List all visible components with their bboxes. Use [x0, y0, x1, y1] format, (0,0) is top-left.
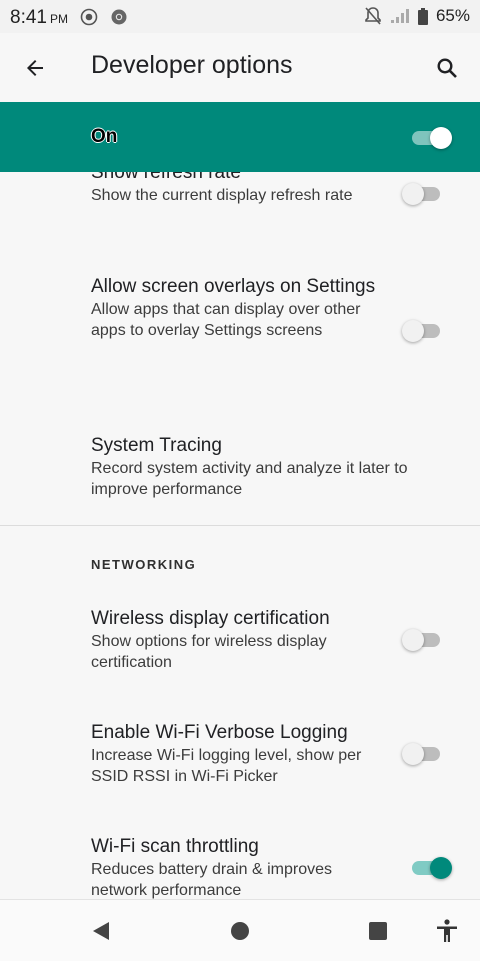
switch-show-refresh-rate[interactable] [402, 183, 440, 205]
pref-title: Show refresh rate [91, 172, 241, 183]
signal-icon [390, 9, 409, 23]
status-time: 8:41 PM [10, 7, 68, 29]
pref-wifi-verbose-logging[interactable]: Enable Wi-Fi Verbose Logging Increase Wi… [91, 721, 391, 787]
search-button[interactable] [428, 49, 466, 87]
arrow-back-icon [27, 60, 43, 76]
pref-summary: Reduces battery drain & improves network… [91, 861, 332, 899]
battery-percent: 65% [435, 6, 470, 25]
master-switch[interactable] [412, 127, 452, 149]
pref-summary: Show options for wireless display certif… [91, 633, 327, 671]
status-bar: 8:41 PM 65% [0, 0, 480, 33]
battery-icon [417, 7, 428, 25]
navigation-bar [0, 899, 480, 961]
nav-back-button[interactable] [86, 916, 116, 946]
app-bar: Developer options [0, 33, 480, 102]
pref-title: Enable Wi-Fi Verbose Logging [91, 722, 348, 743]
settings-list[interactable]: Show refresh rate Show the current displ… [0, 172, 480, 899]
switch-thumb [402, 629, 424, 651]
system-icons: 65% [364, 6, 470, 26]
pref-show-refresh-rate[interactable]: Show refresh rate Show the current displ… [91, 172, 391, 206]
clock-time: 8:41 [10, 7, 47, 28]
screen-record-icon [80, 8, 98, 26]
switch-wifi-verbose-logging[interactable] [402, 743, 440, 765]
switch-wireless-display-certification[interactable] [402, 629, 440, 651]
search-icon [437, 58, 457, 78]
nav-recents-button[interactable] [363, 916, 393, 946]
section-header-networking: NETWORKING [91, 557, 197, 572]
square-recents-icon [369, 922, 387, 940]
circle-home-icon [231, 922, 249, 940]
pref-allow-screen-overlays[interactable]: Allow screen overlays on Settings Allow … [91, 275, 391, 341]
pref-wireless-display-certification[interactable]: Wireless display certification Show opti… [91, 607, 391, 673]
section-divider [0, 525, 480, 526]
pref-summary: Allow apps that can display over other a… [91, 301, 361, 339]
switch-wifi-scan-throttling[interactable] [412, 857, 452, 879]
switch-thumb [402, 743, 424, 765]
switch-thumb [402, 320, 424, 342]
switch-thumb [402, 183, 424, 205]
master-switch-label: On [91, 126, 118, 147]
nav-home-button[interactable] [225, 916, 255, 946]
switch-thumb [430, 127, 452, 149]
switch-allow-screen-overlays[interactable] [402, 320, 440, 342]
accessibility-button[interactable] [432, 916, 462, 946]
master-switch-bar[interactable]: On [0, 102, 480, 172]
pref-title: Allow screen overlays on Settings [91, 276, 376, 297]
pref-summary: Show the current display refresh rate [91, 187, 353, 204]
page-title: Developer options [91, 51, 293, 79]
pref-summary: Increase Wi-Fi logging level, show per S… [91, 747, 362, 785]
accessibility-icon [437, 919, 457, 942]
pref-system-tracing[interactable]: System Tracing Record system activity an… [91, 434, 461, 500]
pref-wifi-scan-throttling[interactable]: Wi-Fi scan throttling Reduces battery dr… [91, 835, 391, 899]
pref-title: Wireless display certification [91, 608, 330, 629]
back-button[interactable] [16, 49, 54, 87]
clock-ampm: PM [49, 12, 68, 26]
switch-thumb [430, 857, 452, 879]
notification-icons [80, 8, 128, 26]
pref-summary: Record system activity and analyze it la… [91, 460, 408, 498]
triangle-back-icon [93, 922, 109, 940]
pref-title: Wi-Fi scan throttling [91, 836, 259, 857]
notifications-off-icon [365, 7, 381, 25]
chrome-icon [111, 9, 127, 25]
pref-title: System Tracing [91, 435, 222, 456]
